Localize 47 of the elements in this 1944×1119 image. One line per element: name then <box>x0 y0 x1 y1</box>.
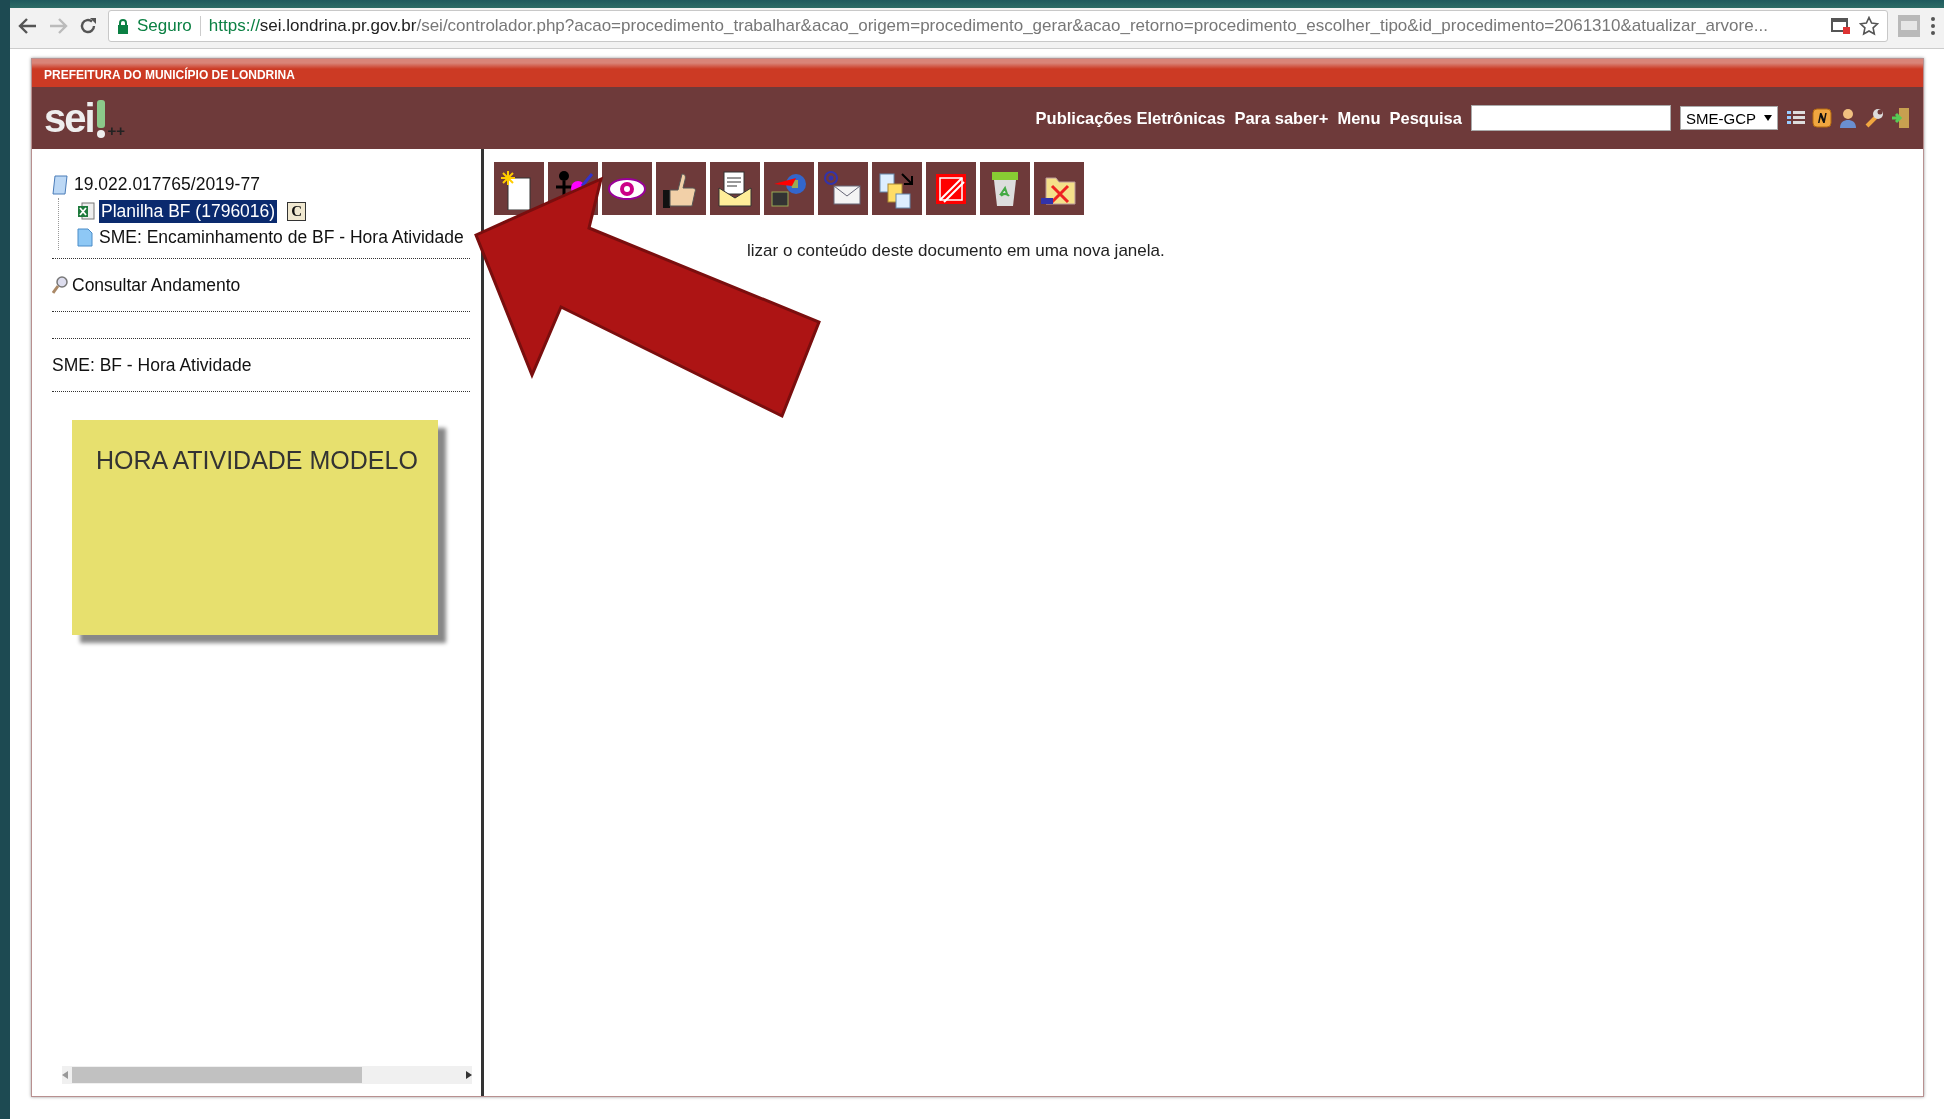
scroll-right-icon[interactable] <box>466 1071 472 1079</box>
scrollbar-thumb[interactable] <box>72 1067 362 1083</box>
horizontal-scrollbar[interactable] <box>62 1066 472 1084</box>
back-icon[interactable] <box>18 17 38 35</box>
caret-icon <box>1764 115 1772 121</box>
toolbar-button[interactable] <box>926 162 976 215</box>
toolbar-button[interactable] <box>710 162 760 215</box>
toolbar-button[interactable] <box>656 162 706 215</box>
url-text: https://sei.londrina.pr.gov.br/sei/controlador.php?acao=procedimento_trabalhar&acao_origem=procedimento_gerar&acao_retorno=procedimento_escolher_tipo&id_procedimento=2061310&atualizar_arvore... <box>208 16 1769 36</box>
sticky-note: HORA ATIVIDADE MODELO <box>72 420 438 635</box>
process-type: SME: BF - Hora Atividade <box>52 354 252 376</box>
toolbar-button[interactable] <box>872 162 922 215</box>
hint-text: lizar o conteúdo deste documento em uma nova janela. <box>746 240 1166 261</box>
address-bar[interactable]: Seguro https://sei.londrina.pr.gov.br/sei/controlador.php?acao=procedimento_trabalhar&acao_origem=procedimento_gerar&acao_retorno=procedimento_escolher_tipo&id_procedimento=2061310&atualizar_arvore... <box>108 10 1888 42</box>
toolbar-button[interactable] <box>494 162 544 215</box>
reload-icon[interactable] <box>78 16 98 36</box>
list-icon[interactable] <box>1787 110 1805 126</box>
toolbar-button[interactable] <box>818 162 868 215</box>
wrench-icon[interactable] <box>1864 108 1884 128</box>
nav-link[interactable]: Pesquisa <box>1389 108 1462 128</box>
user-icon[interactable] <box>1839 108 1857 128</box>
org-name: PREFEITURA DO MUNICÍPIO DE LONDRINA <box>44 68 295 84</box>
lock-icon <box>117 18 129 34</box>
process-icon <box>52 174 68 195</box>
spreadsheet-icon <box>77 202 95 220</box>
search-field[interactable] <box>1471 105 1671 131</box>
unit-select[interactable]: SME-GCP <box>1680 106 1778 130</box>
tree-item[interactable]: 19.022.017765/2019-77 <box>72 173 262 196</box>
exit-door-icon[interactable] <box>1891 107 1911 129</box>
notes-icon[interactable] <box>1812 108 1832 128</box>
magnifier-icon <box>52 276 68 294</box>
sei-logo[interactable]: sei ++ <box>44 98 126 138</box>
toolbar-button[interactable] <box>602 162 652 215</box>
menu-icon[interactable] <box>1930 16 1936 36</box>
tree-item[interactable]: SME: Encaminhamento de BF - Hora Atividade <box>97 225 466 249</box>
document-icon <box>77 227 93 247</box>
toolbar-button[interactable] <box>980 162 1030 215</box>
nav-link[interactable]: Publicações Eletrônicas <box>1035 108 1226 128</box>
toolbar-button[interactable] <box>1034 162 1084 215</box>
security-label: Seguro <box>137 16 192 36</box>
nav-link[interactable]: Para saber+ <box>1234 108 1329 128</box>
star-icon[interactable] <box>1859 16 1879 36</box>
tree-item[interactable]: Planilha BF (1796016) <box>99 199 278 223</box>
status-badge: C <box>287 201 306 221</box>
blocked-popup-icon[interactable] <box>1831 17 1851 35</box>
nav-link[interactable]: Menu <box>1337 108 1381 128</box>
consult-link[interactable]: Consultar Andamento <box>72 274 241 296</box>
